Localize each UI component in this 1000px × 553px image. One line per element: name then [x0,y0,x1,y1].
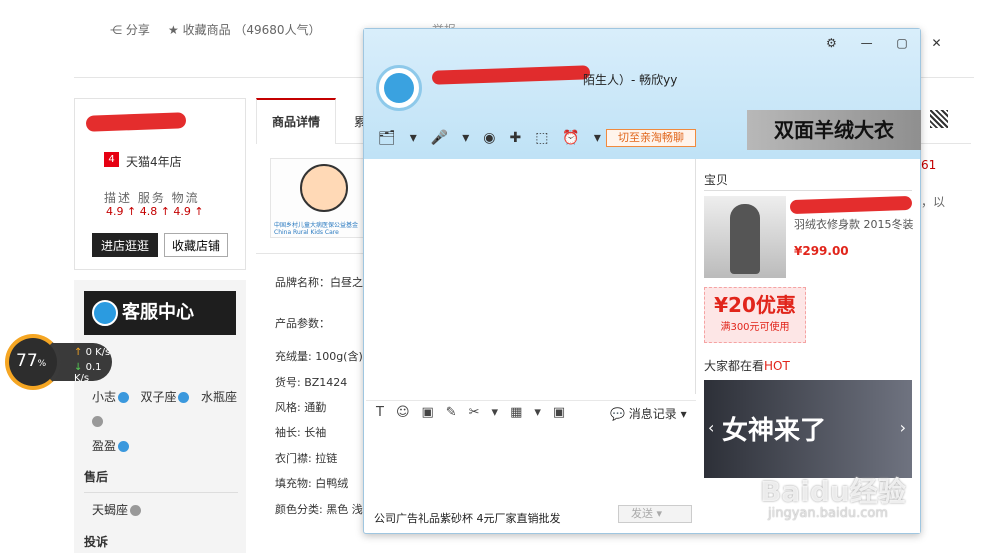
hot-prefix: 大家都在看 [704,359,765,373]
rating-values: 4.9 ↑ 4.8 ↑ 4.9 ↑ [106,205,204,218]
tab-product-detail[interactable]: 商品详情 [256,98,336,144]
right-edge-text: ，以 [921,195,946,209]
param-item: 充绒量: 100g(含)- [275,350,363,363]
favorite-label: 收藏商品 （49680人气） [182,23,321,37]
baidu-watermark-url: jingyan.baidu.com [768,506,888,521]
product-description[interactable]: 羽绒衣修身款 2015冬装 [794,216,914,232]
aftersale-heading: 售后 [84,470,109,484]
right-edge-text: 61 [921,158,937,172]
network-speed-panel[interactable]: ↑ 0 K/s ↓ 0.1 K/s [52,343,112,384]
message-history-button[interactable]: 💬 消息记录 ▾ [610,405,687,422]
param-item: 颜色分类: 黑色 浅 [275,503,363,516]
brand-label: 品牌名称：白昼之 [275,276,363,289]
wangwang-offline-icon[interactable] [90,414,103,428]
qrcode-icon[interactable] [930,110,948,128]
aftersale-agent-row: 天蝎座 [92,501,142,518]
params-title: 产品参数： [275,317,330,330]
send-button[interactable]: 发送 ▾ [618,505,692,523]
favorite-link[interactable]: ★ 收藏商品 （49680人气） [168,21,321,38]
child-face-icon [300,164,348,212]
agent-xiaozhi[interactable]: 小志 [92,390,116,404]
chat-top-toolbar[interactable]: 🗂▾🎤▾◉✚⬚⏰▾ [378,130,615,146]
divider [84,492,238,493]
param-item: 袖长: 长袖 [275,426,327,439]
baidu-watermark: Baidu经验 [760,475,906,508]
carousel-next-icon[interactable]: › [900,418,906,437]
param-item: 风格: 通勤 [275,401,327,414]
divider [704,190,912,191]
wangwang-offline-icon[interactable] [130,505,142,516]
share-link[interactable]: ⋲ 分享 [110,21,150,38]
contact-name: 陌生人）- 畅欣yy [583,73,678,87]
hot-badge: HOT [764,359,790,373]
coupon[interactable]: ¥20优惠 满300元可使用 [704,287,806,343]
wangwang-online-icon[interactable] [178,392,190,403]
complaint-heading: 投诉 [84,535,109,549]
agent-list: 小志 双子座 水瓶座 [92,388,237,405]
upload-value: 0 K/s [85,347,111,358]
coupon-amount: ¥20优惠 [714,293,796,317]
switch-to-qintao-button[interactable]: 切至亲淘畅聊 [606,129,696,147]
brand-row: 品牌名称：白昼之 [275,274,363,290]
ad-banner[interactable]: 双面羊绒大衣 [747,110,921,150]
collect-shop-button[interactable]: 收藏店铺 [164,233,228,257]
wangwang-avatar-icon [384,73,414,103]
agent-aquarius[interactable]: 水瓶座 [201,390,237,404]
memory-usage-value: 77% [16,351,46,371]
rating-labels: 描述 服务 物流 [104,191,200,205]
charity-text: 中国乡村儿童大病医保公益基金 China Rural Kids Care [274,222,359,236]
share-icon: ⋲ [110,23,126,37]
product-price: ¥299.00 [794,244,849,258]
agent-yingying-row: 盈盈 [92,437,130,454]
usage-percent: 77 [16,351,38,371]
message-input[interactable] [366,428,696,502]
tmall-level-badge: 4 [104,152,119,167]
input-tool-icons[interactable]: T☺▣✎✂▾▦▾▣ [376,405,577,420]
down-arrow-icon: ↓ [74,362,83,373]
usage-unit: % [37,359,47,369]
enter-shop-button[interactable]: 进店逛逛 [92,233,158,257]
message-area[interactable] [366,159,696,394]
coupon-condition: 满300元可使用 [720,322,790,333]
param-item: 货号: BZ1424 [275,376,348,389]
agent-gemini[interactable]: 双子座 [140,390,176,404]
upload-speed: ↑ 0 K/s [74,347,112,358]
footer-ad-link[interactable]: 公司广告礼品紫砂杯 4元厂家直销批发 [374,510,561,526]
agent-yingying[interactable]: 盈盈 [92,439,116,453]
param-item: 填充物: 白鸭绒 [275,477,349,490]
model-figure-image [730,204,760,274]
share-label: 分享 [125,23,150,37]
wangwang-online-icon[interactable] [118,392,130,403]
tmall-years-label: 天猫4年店 [126,155,182,169]
window-controls[interactable]: ⚙ — ▢ ✕ [826,36,952,50]
star-icon: ★ [168,23,183,37]
service-logo-icon [92,300,118,326]
wangwang-online-icon[interactable] [118,441,130,452]
up-arrow-icon: ↑ [74,347,83,358]
baobei-title: 宝贝 [704,173,729,187]
hot-section-title: 大家都在看HOT [704,357,790,374]
carousel-prev-icon[interactable]: ‹ [708,418,714,437]
download-speed: ↓ 0.1 K/s [74,362,112,384]
hot-banner-text: 女神来了 [722,416,827,446]
param-item: 衣门襟: 拉链 [275,452,338,465]
agent-scorpio[interactable]: 天蝎座 [92,503,128,517]
